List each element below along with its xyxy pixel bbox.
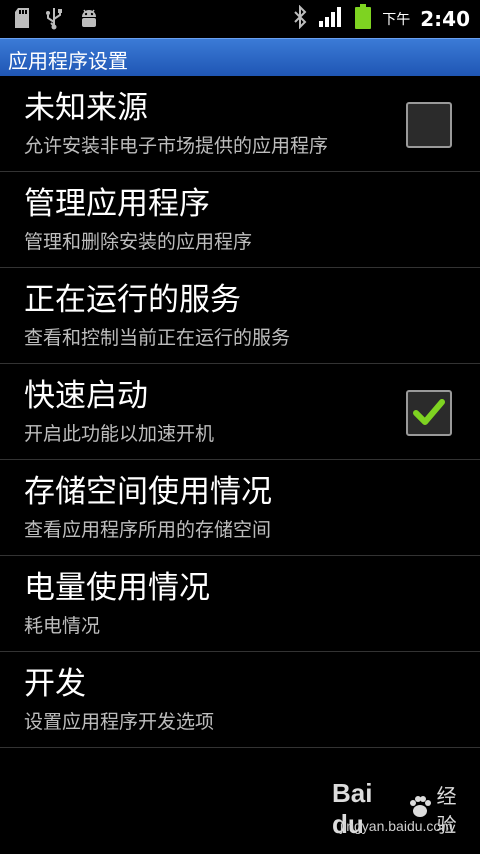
page-title: 应用程序设置 — [8, 49, 128, 73]
setting-title: 开发 — [24, 666, 86, 702]
checkmark-icon — [413, 399, 445, 425]
sd-card-icon — [14, 7, 30, 33]
status-left-icons — [14, 6, 100, 34]
setting-summary: 查看和控制当前正在运行的服务 — [24, 327, 291, 349]
setting-summary: 允许安装非电子市场提供的应用程序 — [24, 135, 329, 157]
status-right: 下午 2:40 — [292, 4, 470, 34]
fast-boot-checkbox[interactable] — [406, 390, 452, 436]
setting-title: 未知来源 — [24, 90, 148, 126]
setting-title: 存储空间使用情况 — [24, 474, 272, 510]
settings-list: 未知来源 允许安装非电子市场提供的应用程序 管理应用程序 管理和删除安装的应用程… — [0, 76, 480, 748]
status-ampm: 下午 — [382, 12, 411, 28]
usb-icon — [44, 6, 64, 34]
setting-unknown-sources[interactable]: 未知来源 允许安装非电子市场提供的应用程序 — [0, 76, 480, 172]
title-bar: 应用程序设置 — [0, 38, 480, 76]
bluetooth-icon — [292, 4, 308, 33]
setting-development[interactable]: 开发 设置应用程序开发选项 — [0, 652, 480, 748]
android-debug-icon — [78, 7, 100, 33]
setting-summary: 耗电情况 — [24, 615, 101, 637]
status-clock: 2:40 — [420, 7, 470, 31]
setting-running-services[interactable]: 正在运行的服务 查看和控制当前正在运行的服务 — [0, 268, 480, 364]
battery-icon — [354, 4, 372, 34]
setting-summary: 开启此功能以加速开机 — [24, 423, 215, 445]
setting-manage-applications[interactable]: 管理应用程序 管理和删除安装的应用程序 — [0, 172, 480, 268]
setting-battery-use[interactable]: 电量使用情况 耗电情况 — [0, 556, 480, 652]
setting-summary: 设置应用程序开发选项 — [24, 711, 215, 733]
setting-fast-boot[interactable]: 快速启动 开启此功能以加速开机 — [0, 364, 480, 460]
unknown-sources-checkbox[interactable] — [406, 102, 452, 148]
signal-icon — [318, 6, 344, 32]
setting-summary: 查看应用程序所用的存储空间 — [24, 519, 272, 541]
setting-title: 正在运行的服务 — [24, 282, 241, 318]
setting-title: 管理应用程序 — [24, 186, 210, 222]
setting-title: 电量使用情况 — [24, 570, 210, 606]
baidu-watermark: Bai du 经验 jingyan.baidu.com — [332, 778, 472, 839]
status-bar: 下午 2:40 — [0, 0, 480, 38]
setting-summary: 管理和删除安装的应用程序 — [24, 231, 253, 253]
setting-storage-use[interactable]: 存储空间使用情况 查看应用程序所用的存储空间 — [0, 460, 480, 556]
setting-title: 快速启动 — [24, 378, 148, 414]
watermark-url: jingyan.baidu.com — [340, 818, 453, 834]
